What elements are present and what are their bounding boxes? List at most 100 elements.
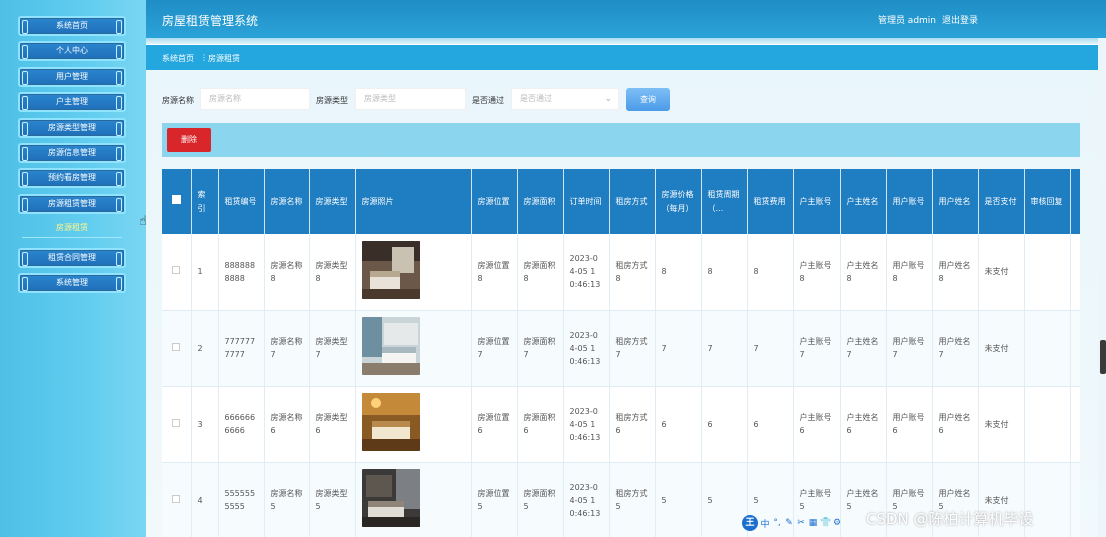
sidebar-item-rental[interactable]: 房源租赁管理 xyxy=(18,194,126,214)
ime-keyboard-icon[interactable]: ▦ xyxy=(808,518,818,528)
row-user-account: 用户账号8 xyxy=(886,234,933,311)
sidebar-item-house-info[interactable]: 房源信息管理 xyxy=(18,143,126,163)
filter-pass-select[interactable]: 是否通过 ⌄ xyxy=(511,88,619,110)
sidebar-item-contracts[interactable]: 租赁合同管理 xyxy=(18,248,126,268)
page-scrollbar-thumb[interactable] xyxy=(1100,340,1106,374)
filter-type-input[interactable]: 房源类型 xyxy=(355,88,466,110)
row-paid: 未支付 xyxy=(978,234,1025,311)
sidebar-subitem-rental[interactable]: 房源租赁 xyxy=(18,222,126,233)
breadcrumb-home[interactable]: 系统首页 xyxy=(162,53,194,64)
row-fee: 8 xyxy=(747,234,794,311)
page-scrollbar[interactable] xyxy=(1098,38,1106,537)
row-owner-name: 户主姓名8 xyxy=(840,234,887,311)
room-photo[interactable] xyxy=(361,469,420,527)
row-user-account: 用户账号7 xyxy=(886,310,933,387)
ime-toolbar[interactable]: 王 中 °, ✎ ✂ ▦ 👕 ⚙ xyxy=(742,515,854,531)
row-checkbox[interactable] xyxy=(172,494,181,503)
column-header[interactable]: 房源价格（每月） xyxy=(655,169,702,234)
breadcrumb-separator: ⋮ xyxy=(200,53,208,62)
ime-chinese-mode[interactable]: 中 xyxy=(760,517,770,530)
column-header[interactable]: 审核回复 xyxy=(1024,169,1071,234)
sidebar-item-owners[interactable]: 户主管理 xyxy=(18,92,126,112)
column-header[interactable]: 租赁周期（... xyxy=(701,169,748,234)
sidebar-item-system[interactable]: 系统管理 xyxy=(18,273,126,293)
row-area: 房源面积8 xyxy=(517,234,564,311)
row-mode: 租房方式7 xyxy=(609,310,656,387)
rental-table: 索引 租赁编号 房源名称 房源类型 房源照片 房源位置 房源面积 订单时间 租房… xyxy=(162,169,1080,537)
filter-name-input[interactable]: 房源名称 xyxy=(200,88,310,110)
column-header[interactable]: 租赁编号 xyxy=(218,169,265,234)
row-price: 6 xyxy=(655,386,702,463)
row-name: 房源名称6 xyxy=(264,386,310,463)
breadcrumb: 系统首页 ⋮ 房源租赁 xyxy=(146,45,1098,70)
ime-punctuation-icon[interactable]: °, xyxy=(772,518,782,528)
column-header[interactable]: 房源位置 xyxy=(471,169,518,234)
column-header[interactable]: 房源名称 xyxy=(264,169,310,234)
room-photo[interactable] xyxy=(361,240,420,299)
ime-logo-icon[interactable]: 王 xyxy=(742,515,758,531)
row-area: 房源面积6 xyxy=(517,386,564,463)
row-area: 房源面积5 xyxy=(517,462,564,537)
select-all-checkbox[interactable] xyxy=(171,194,181,204)
column-header[interactable]: 索引 xyxy=(191,169,219,234)
row-user-name: 用户姓名8 xyxy=(932,234,979,311)
column-header[interactable]: 是否支付 xyxy=(978,169,1025,234)
column-header[interactable]: 房源照片 xyxy=(355,169,472,234)
row-price: 5 xyxy=(655,462,702,537)
delete-button[interactable]: 删除 xyxy=(167,128,211,152)
row-order-time: 2023-04-05 10:46:13 xyxy=(563,234,610,311)
room-photo[interactable] xyxy=(361,393,420,451)
row-location: 房源位置7 xyxy=(471,310,518,387)
row-mode: 租房方式8 xyxy=(609,234,656,311)
row-photo-cell xyxy=(355,310,472,387)
admin-label: 管理员 admin xyxy=(877,16,936,26)
column-header[interactable]: 用户账号 xyxy=(886,169,933,234)
row-fee: 6 xyxy=(747,386,794,463)
sidebar-item-house-types[interactable]: 房源类型管理 xyxy=(18,118,126,138)
row-code: 5555555555 xyxy=(218,462,265,537)
column-header[interactable]: 房源面积 xyxy=(517,169,564,234)
row-mode: 租房方式6 xyxy=(609,386,656,463)
chevron-down-icon: ⌄ xyxy=(604,94,612,104)
row-owner-account: 户主账号8 xyxy=(793,234,841,311)
row-code: 7777777777 xyxy=(218,310,265,387)
table-row[interactable]: 1 8888888888 房源名称8 房源类型8 房源位置8 房源面积8 202… xyxy=(162,234,1080,311)
ime-settings-icon[interactable]: ⚙ xyxy=(832,518,842,528)
row-photo-cell xyxy=(355,386,472,463)
row-paid: 未支付 xyxy=(978,310,1025,387)
sidebar-item-viewing[interactable]: 预约看房管理 xyxy=(18,168,126,188)
room-photo[interactable] xyxy=(361,317,420,375)
table-row[interactable]: 3 6666666666 房源名称6 房源类型6 房源位置6 房源面积6 202… xyxy=(162,386,1080,463)
query-button[interactable]: 查询 xyxy=(626,88,670,111)
column-header[interactable]: 户主账号 xyxy=(793,169,841,234)
row-price: 8 xyxy=(655,234,702,311)
row-code: 6666666666 xyxy=(218,386,265,463)
column-header[interactable]: 租房方式 xyxy=(609,169,656,234)
column-header[interactable]: 用户姓名 xyxy=(932,169,979,234)
row-checkbox[interactable] xyxy=(172,342,181,351)
ime-pen-icon[interactable]: ✎ xyxy=(784,518,794,528)
row-index: 1 xyxy=(191,234,219,311)
row-code: 8888888888 xyxy=(218,234,265,311)
table-row[interactable]: 2 7777777777 房源名称7 房源类型7 房源位置7 房源面积7 202… xyxy=(162,310,1080,387)
sidebar-item-users[interactable]: 用户管理 xyxy=(18,67,126,87)
row-index: 3 xyxy=(191,386,219,463)
logout-link[interactable]: 退出登录 xyxy=(942,13,978,26)
sidebar-divider xyxy=(22,237,122,238)
row-checkbox[interactable] xyxy=(172,418,181,427)
row-user-name: 用户姓名7 xyxy=(932,310,979,387)
row-owner-name: 户主姓名6 xyxy=(840,386,887,463)
sidebar-item-home[interactable]: 系统首页 xyxy=(18,16,126,36)
breadcrumb-current: 房源租赁 xyxy=(208,54,240,63)
ime-scissors-icon[interactable]: ✂ xyxy=(796,518,806,528)
column-header[interactable]: 户主姓名 xyxy=(840,169,887,234)
row-type: 房源类型6 xyxy=(309,386,356,463)
column-header[interactable]: 租赁费用 xyxy=(747,169,794,234)
column-header[interactable]: 房源类型 xyxy=(309,169,356,234)
ime-skin-icon[interactable]: 👕 xyxy=(820,518,831,528)
sidebar-item-profile[interactable]: 个人中心 xyxy=(18,41,126,61)
row-period: 6 xyxy=(701,386,748,463)
row-checkbox[interactable] xyxy=(172,266,181,275)
column-header[interactable]: 订单时间 xyxy=(563,169,610,234)
row-mode: 租房方式5 xyxy=(609,462,656,537)
